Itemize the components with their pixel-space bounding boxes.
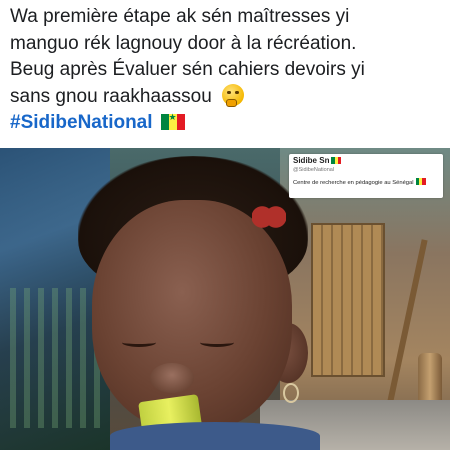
post-line-3: Beug après Évaluer sén cahiers devoirs y… bbox=[10, 59, 365, 80]
hashtag-line: #SidibeNational ★ bbox=[10, 110, 442, 137]
post-line-1: Wa première étape ak sén maîtresses yi bbox=[10, 6, 350, 27]
thinking-face-icon bbox=[221, 83, 244, 107]
child-dress bbox=[110, 422, 320, 450]
post-photo[interactable]: Sidibe Sn @SidibeNational Centre de rech… bbox=[0, 148, 450, 450]
post-line-4-wrap: sans gnou raakhaassou bbox=[10, 83, 442, 111]
card-name-row: Sidibe Sn bbox=[293, 156, 439, 166]
hair-bow bbox=[252, 206, 286, 228]
senegal-flag-icon bbox=[331, 157, 342, 164]
card-name: Sidibe Sn bbox=[293, 156, 330, 165]
card-handle: @SidibeNational bbox=[293, 167, 335, 173]
hashtag-link[interactable]: #SidibeNational bbox=[10, 112, 153, 133]
card-description: Centre de recherche en pédagogie au Séné… bbox=[293, 180, 414, 186]
senegal-flag-icon bbox=[415, 178, 426, 185]
card-description-row: Centre de recherche en pédagogie au Séné… bbox=[293, 178, 439, 188]
watermark-card: Sidibe Sn @SidibeNational Centre de rech… bbox=[289, 154, 443, 198]
child-earring bbox=[283, 383, 299, 403]
post-text: Wa première étape ak sén maîtresses yi m… bbox=[10, 4, 442, 137]
painting-door bbox=[311, 223, 385, 377]
senegal-flag-icon: ★ bbox=[160, 113, 185, 130]
child-eye-left bbox=[122, 338, 156, 347]
post-line-4: sans gnou raakhaassou bbox=[10, 85, 212, 107]
child-nose bbox=[150, 363, 194, 393]
post-line-2: manguo rék lagnouy door à la récréation. bbox=[10, 32, 357, 54]
child-eye-right bbox=[200, 338, 234, 347]
